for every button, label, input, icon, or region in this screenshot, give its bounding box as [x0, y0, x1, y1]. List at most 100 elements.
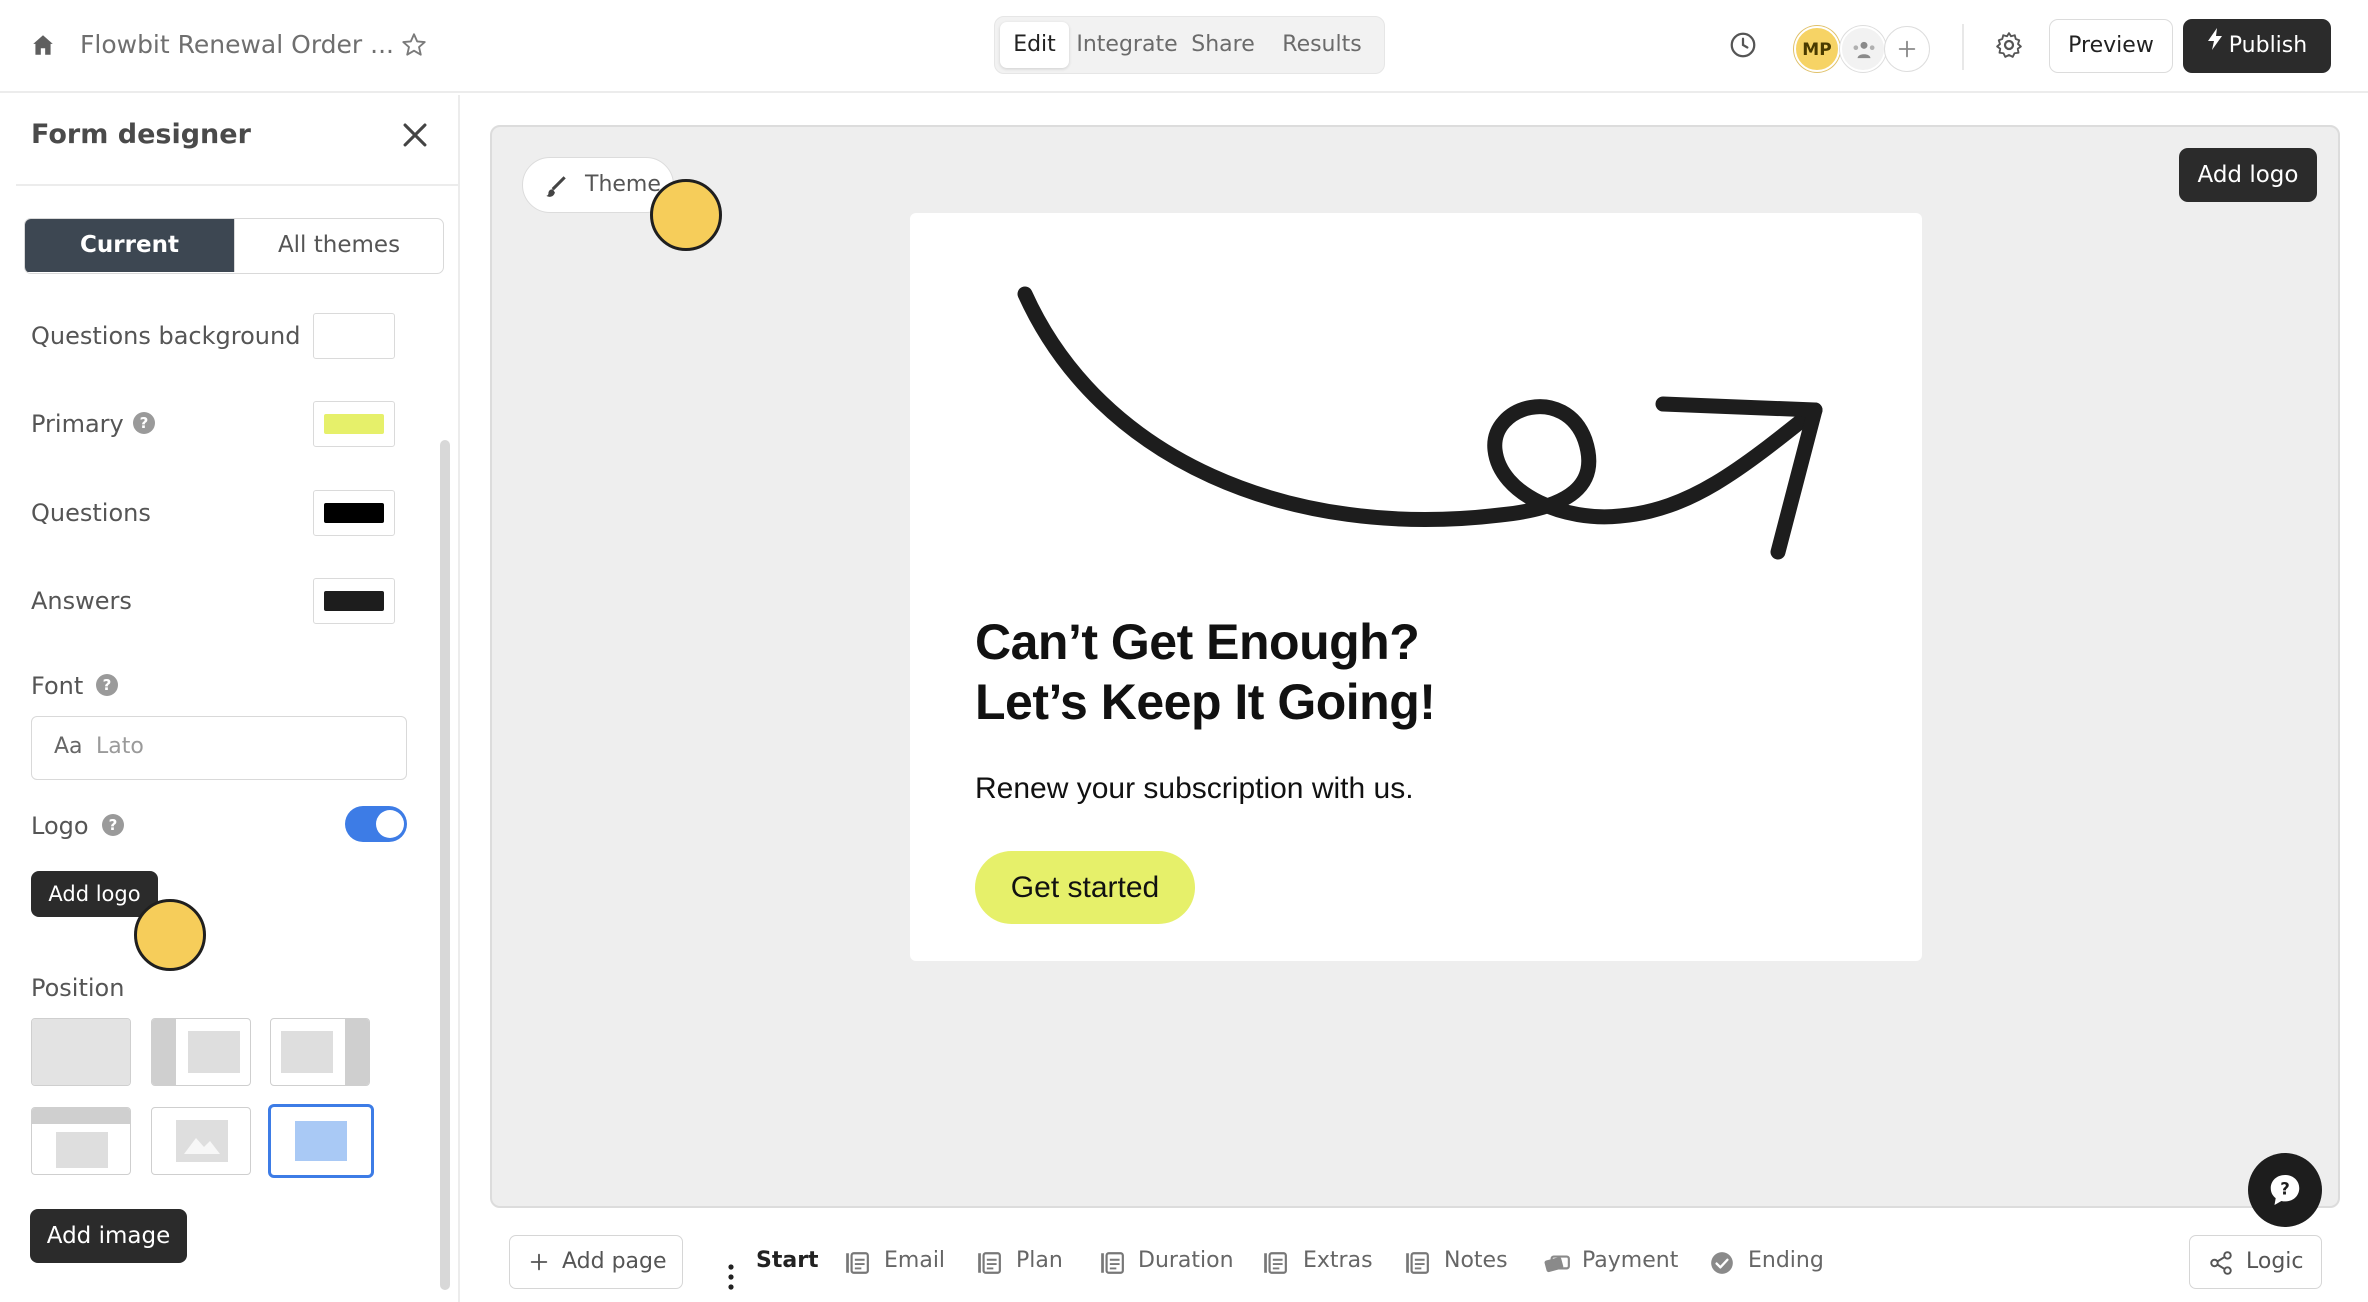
welcome-headline: Can’t Get Enough? Let’s Keep It Going!	[975, 612, 1436, 732]
font-value: Lato	[96, 734, 144, 759]
more-vertical-icon[interactable]	[720, 1262, 742, 1292]
form-field-icon	[1262, 1250, 1288, 1276]
help-chat-button[interactable]: ?	[2248, 1153, 2322, 1227]
check-circle-icon	[1709, 1250, 1735, 1276]
help-icon[interactable]: ?	[133, 412, 155, 434]
page-tab-plan[interactable]: Plan	[1016, 1248, 1063, 1273]
question-chat-icon: ?	[2267, 1172, 2303, 1208]
add-logo-tooltip[interactable]: Add logo	[31, 871, 158, 917]
logo-label: Logo	[31, 812, 89, 840]
page-tab-ending[interactable]: Ending	[1748, 1248, 1824, 1273]
invite-button[interactable]	[1884, 26, 1930, 72]
team-avatar[interactable]	[1840, 26, 1886, 72]
questions-color-label: Questions	[31, 499, 151, 527]
font-label: Font	[31, 672, 84, 700]
theme-tabs: Current All themes	[24, 218, 444, 274]
theme-label: Theme	[585, 172, 661, 197]
tile-content-area	[295, 1121, 347, 1161]
page-tab-duration[interactable]: Duration	[1138, 1248, 1234, 1273]
primary-label: Primary	[31, 410, 124, 438]
close-icon[interactable]	[398, 118, 432, 152]
svg-text:?: ?	[2280, 1180, 2290, 1199]
cursor-marker	[650, 179, 722, 251]
font-prefix: Aa	[54, 734, 83, 759]
questions-color-swatch[interactable]	[313, 490, 395, 536]
history-clock-icon[interactable]	[1728, 30, 1758, 60]
curly-arrow-illustration	[1017, 286, 1823, 560]
position-option-full[interactable]	[31, 1018, 131, 1086]
position-option-image[interactable]	[151, 1107, 251, 1175]
welcome-subtitle: Renew your subscription with us.	[975, 772, 1414, 805]
tab-current[interactable]: Current	[25, 219, 234, 272]
form-title[interactable]: Flowbit Renewal Order ...	[80, 30, 394, 59]
page-tab-payment[interactable]: Payment	[1582, 1248, 1678, 1273]
form-field-icon	[844, 1250, 870, 1276]
panel-divider	[16, 184, 460, 186]
logic-label: Logic	[2246, 1249, 2304, 1274]
form-field-icon	[1404, 1250, 1430, 1276]
font-select[interactable]: Aa Lato	[31, 716, 407, 780]
tile-fill	[32, 1019, 130, 1085]
form-field-icon	[976, 1250, 1002, 1276]
toolbar-divider	[1962, 24, 1964, 70]
tile-content-area	[281, 1031, 333, 1073]
publish-button[interactable]: Publish	[2183, 19, 2331, 73]
questions-background-swatch[interactable]	[313, 313, 395, 359]
add-page-label: Add page	[562, 1249, 667, 1274]
position-option-left[interactable]	[151, 1018, 251, 1086]
share-nodes-icon	[2208, 1250, 2234, 1276]
logic-button[interactable]: Logic	[2189, 1235, 2322, 1289]
plus-icon	[528, 1251, 550, 1273]
paintbrush-icon	[543, 173, 569, 199]
add-image-button[interactable]: Add image	[30, 1209, 187, 1263]
mode-tabs: Edit Integrate Share Results	[994, 16, 1385, 74]
preview-button[interactable]: Preview	[2049, 19, 2173, 73]
position-option-right[interactable]	[270, 1018, 370, 1086]
tab-edit[interactable]: Edit	[1000, 22, 1069, 68]
lightning-icon	[2207, 17, 2223, 71]
tab-share[interactable]: Share	[1185, 22, 1261, 68]
star-icon[interactable]	[400, 31, 428, 59]
plus-icon	[1896, 38, 1918, 60]
questions-background-label: Questions background	[31, 322, 301, 350]
add-page-button[interactable]: Add page	[509, 1235, 683, 1289]
page-tab-notes[interactable]: Notes	[1444, 1248, 1508, 1273]
image-placeholder-icon	[184, 1138, 220, 1154]
publish-label: Publish	[2228, 33, 2308, 58]
swatch-color	[324, 414, 384, 434]
position-label: Position	[31, 974, 125, 1002]
panel-scrollbar[interactable]	[440, 440, 450, 1290]
toggle-knob	[376, 810, 404, 838]
tile-content-area	[56, 1132, 108, 1168]
avatar[interactable]: MP	[1794, 26, 1840, 72]
payment-icon	[1543, 1250, 1571, 1276]
home-icon[interactable]	[30, 32, 56, 58]
tab-integrate[interactable]: Integrate	[1075, 22, 1179, 68]
tile-image-area	[152, 1019, 176, 1085]
add-logo-button[interactable]: Add logo	[2179, 148, 2317, 202]
gear-icon[interactable]	[1994, 30, 2024, 60]
swatch-color	[324, 591, 384, 611]
answers-color-label: Answers	[31, 587, 132, 615]
tile-image-area	[176, 1120, 228, 1162]
page-tab-extras[interactable]: Extras	[1303, 1248, 1373, 1273]
page-tab-email[interactable]: Email	[884, 1248, 945, 1273]
tile-image-area	[345, 1019, 369, 1085]
position-option-top[interactable]	[31, 1107, 131, 1175]
headline-line-1: Can’t Get Enough?	[975, 614, 1420, 670]
swatch-color	[324, 326, 384, 346]
tile-content-area	[188, 1031, 240, 1073]
primary-swatch[interactable]	[313, 401, 395, 447]
answers-color-swatch[interactable]	[313, 578, 395, 624]
cursor-marker	[134, 899, 206, 971]
position-option-full-background[interactable]	[268, 1104, 374, 1178]
get-started-button[interactable]: Get started	[975, 851, 1195, 924]
page-tab-start[interactable]: Start	[756, 1248, 819, 1273]
team-icon	[1850, 36, 1878, 64]
tab-all-themes[interactable]: All themes	[234, 219, 443, 272]
form-field-icon	[1099, 1250, 1125, 1276]
help-icon[interactable]: ?	[96, 674, 118, 696]
help-icon[interactable]: ?	[102, 814, 124, 836]
logo-toggle[interactable]	[345, 806, 407, 842]
tab-results[interactable]: Results	[1267, 22, 1377, 68]
